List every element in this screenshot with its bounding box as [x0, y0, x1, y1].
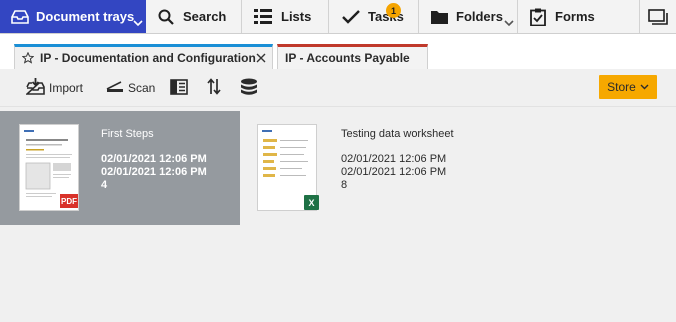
- store-button[interactable]: Store: [599, 75, 657, 99]
- excel-badge-label: X: [308, 197, 315, 208]
- pdf-badge-label: PDF: [61, 196, 77, 206]
- scan-button[interactable]: Scan: [106, 69, 155, 107]
- database-button[interactable]: [240, 69, 258, 107]
- tab-label: IP - Accounts Payable: [285, 51, 410, 65]
- excel-file-icon: X: [304, 195, 319, 210]
- nav-search[interactable]: Search: [146, 0, 242, 33]
- nav-document-trays[interactable]: Document trays: [0, 0, 146, 33]
- scanner-icon: [106, 80, 124, 96]
- list-icon: [254, 9, 272, 24]
- store-label: Store: [607, 80, 636, 94]
- sort-arrows-icon: [207, 78, 221, 98]
- document-title: Testing data worksheet: [341, 128, 454, 140]
- toggle-preview-button[interactable]: [170, 69, 188, 107]
- import-tray-icon: [24, 78, 45, 98]
- pdf-file-icon: PDF: [60, 194, 78, 208]
- document-created-date: 02/01/2021 12:06 PM: [101, 153, 207, 165]
- nav-forms-label: Forms: [555, 9, 595, 24]
- nav-folders[interactable]: Folders: [419, 0, 518, 33]
- chevron-down-icon[interactable]: [504, 15, 514, 30]
- document-created-date: 02/01/2021 12:06 PM: [341, 153, 447, 165]
- nav-lists[interactable]: Lists: [242, 0, 329, 33]
- folder-icon: [431, 10, 448, 24]
- clipboard-icon: [530, 8, 546, 26]
- nav-document-trays-label: Document trays: [36, 9, 135, 24]
- scan-label: Scan: [128, 81, 156, 95]
- database-icon: [240, 78, 258, 99]
- checkmark-icon: [342, 9, 360, 24]
- tab-strip: IP - Documentation and Configuration IP …: [0, 34, 676, 69]
- tray-icon: [11, 9, 29, 25]
- nav-tasks[interactable]: Tasks 1: [329, 0, 419, 33]
- chevron-down-icon[interactable]: [133, 15, 143, 30]
- nav-folders-label: Folders: [456, 9, 503, 24]
- tab-accounts-payable[interactable]: IP - Accounts Payable: [277, 44, 428, 69]
- sort-button[interactable]: [207, 69, 221, 107]
- star-icon[interactable]: [22, 52, 34, 64]
- document-page-count: 4: [101, 179, 108, 191]
- nav-forms[interactable]: Forms: [518, 0, 640, 33]
- document-modified-date: 02/01/2021 12:06 PM: [341, 166, 447, 178]
- close-icon[interactable]: [256, 52, 266, 66]
- chevron-down-icon: [640, 84, 649, 90]
- document-list: PDF First Steps 02/01/2021 12:06 PM 02/0…: [0, 107, 676, 322]
- app-window: Document trays Search Lists Tasks 1 Fold…: [0, 0, 676, 322]
- panel-layout-icon: [170, 78, 188, 98]
- window-icon: [648, 8, 668, 25]
- top-navigation: Document trays Search Lists Tasks 1 Fold…: [0, 0, 676, 34]
- nav-search-label: Search: [183, 9, 227, 24]
- document-page-count: 8: [341, 179, 348, 191]
- import-button[interactable]: Import: [24, 69, 84, 107]
- toolbar: Import Scan: [0, 69, 676, 107]
- tab-documentation-configuration[interactable]: IP - Documentation and Configuration: [14, 44, 273, 69]
- import-label: Import: [49, 81, 84, 95]
- tasks-count-badge: 1: [386, 3, 401, 18]
- window-toggle-button[interactable]: [640, 0, 676, 33]
- document-card[interactable]: PDF First Steps 02/01/2021 12:06 PM 02/0…: [0, 111, 240, 225]
- tab-label: IP - Documentation and Configuration: [40, 51, 256, 65]
- document-modified-date: 02/01/2021 12:06 PM: [101, 166, 207, 178]
- search-icon: [158, 9, 174, 25]
- nav-lists-label: Lists: [281, 9, 312, 24]
- document-card[interactable]: X Testing data worksheet 02/01/2021 12:0…: [238, 111, 478, 225]
- document-title: First Steps: [101, 128, 154, 140]
